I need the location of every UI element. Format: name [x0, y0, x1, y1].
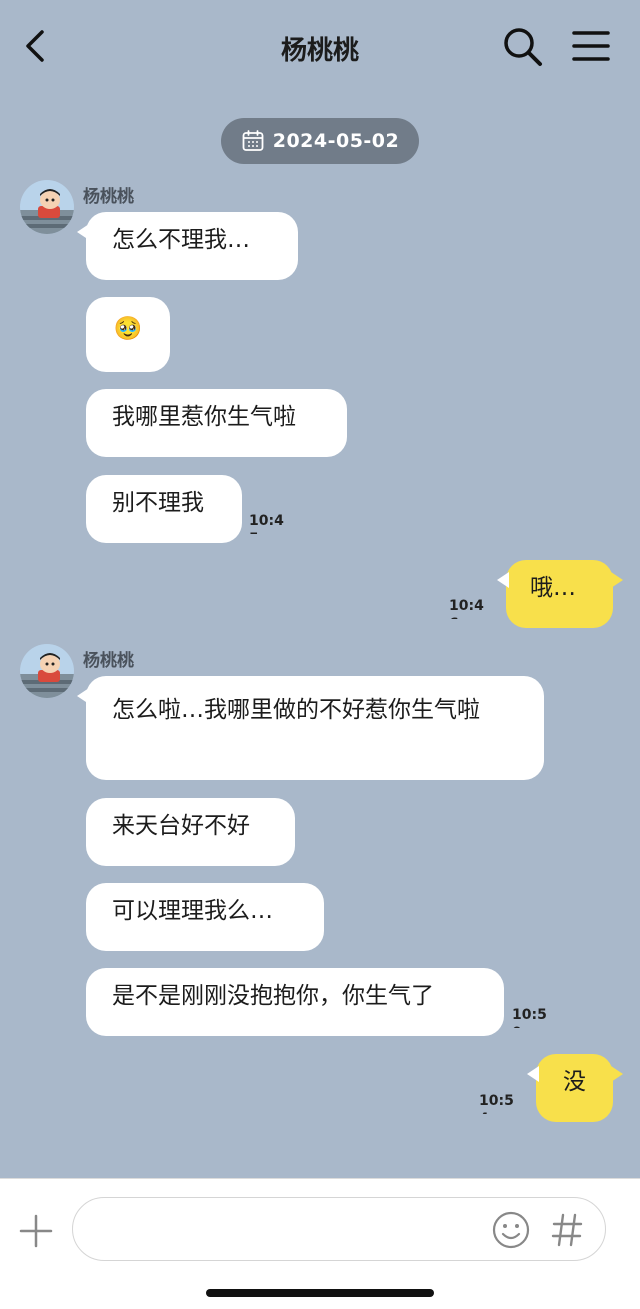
my-message-bubble[interactable]: 没: [527, 1054, 623, 1122]
emoji-button[interactable]: [491, 1210, 531, 1250]
input-bar: [0, 1178, 640, 1309]
chat-header: 杨桃桃: [0, 0, 640, 96]
message-time: 10:50: [512, 1007, 547, 1028]
my-message-bubble[interactable]: 哦…: [497, 560, 623, 628]
attach-button[interactable]: [18, 1213, 54, 1249]
message-bubble[interactable]: 别不理我: [86, 475, 242, 543]
message-input-box[interactable]: [72, 1197, 606, 1261]
message-time: 10:45: [249, 513, 284, 534]
calendar-icon: [242, 130, 264, 151]
avatar[interactable]: [20, 180, 74, 234]
message-time: 10:46: [449, 598, 484, 619]
message-bubble[interactable]: 来天台好不好: [86, 798, 295, 866]
message-bubble[interactable]: 我哪里惹你生气啦: [86, 389, 347, 457]
date-label: 2024-05-02: [272, 130, 400, 152]
message-bubble[interactable]: 🥹: [86, 297, 170, 372]
hashtag-button[interactable]: [549, 1210, 585, 1250]
plus-icon: [19, 1214, 53, 1248]
date-separator: 2024-05-02: [221, 118, 419, 164]
message-bubble[interactable]: 怎么啦…我哪里做的不好惹你生气啦: [77, 676, 544, 780]
message-bubble[interactable]: 是不是刚刚没抱抱你，你生气了: [86, 968, 504, 1036]
menu-icon: [572, 31, 610, 61]
sender-name: 杨桃桃: [83, 187, 134, 207]
search-button[interactable]: [500, 24, 546, 70]
hashtag-icon: [551, 1213, 583, 1247]
avatar[interactable]: [20, 644, 74, 698]
message-bubble[interactable]: 怎么不理我…: [77, 212, 298, 280]
sender-name: 杨桃桃: [83, 651, 134, 671]
emoji-icon: [492, 1211, 530, 1249]
menu-button[interactable]: [568, 26, 614, 68]
message-input[interactable]: [97, 1208, 491, 1252]
home-indicator: [206, 1289, 434, 1297]
search-icon: [504, 28, 542, 66]
message-time: 10:54: [479, 1093, 514, 1114]
avatar-image: [20, 644, 74, 698]
message-bubble[interactable]: 可以理理我么…: [86, 883, 324, 951]
avatar-image: [20, 180, 74, 234]
